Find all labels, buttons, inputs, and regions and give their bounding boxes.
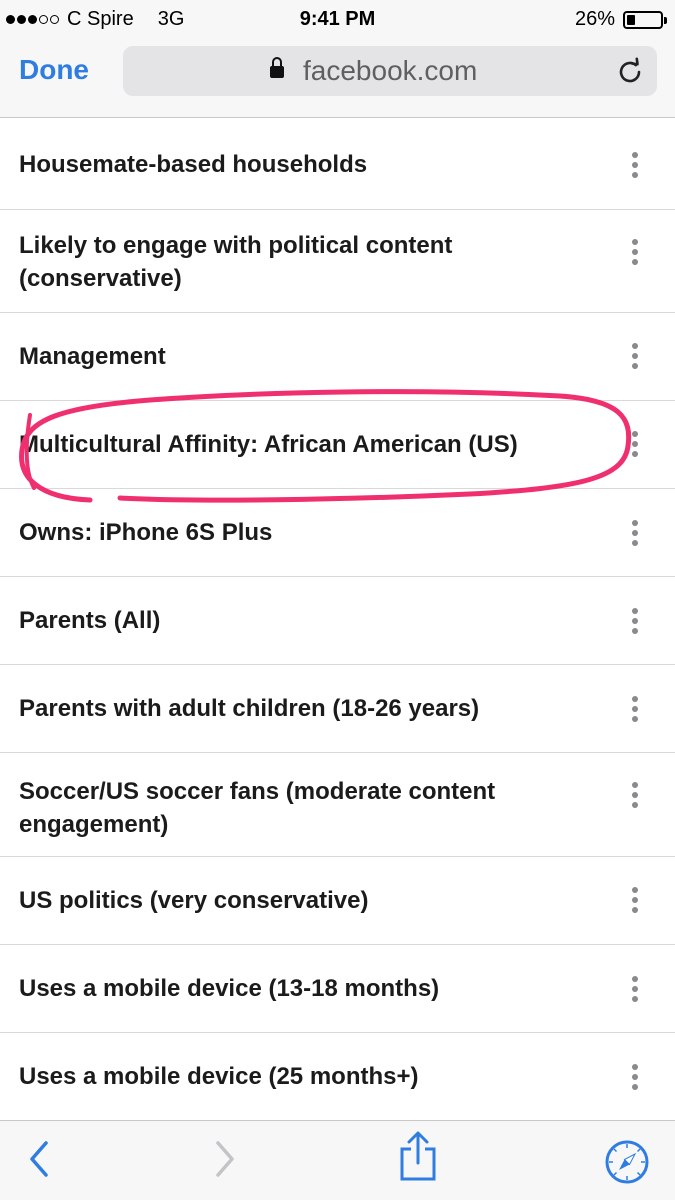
- battery-icon: [623, 10, 667, 29]
- list-item-label: Owns: iPhone 6S Plus: [19, 519, 273, 546]
- list-item[interactable]: Uses a mobile device (13-18 months): [0, 945, 675, 1033]
- compass-icon[interactable]: [604, 1139, 650, 1185]
- back-icon[interactable]: [26, 1139, 52, 1179]
- list-item-label: Parents (All): [19, 607, 161, 634]
- done-button[interactable]: Done: [19, 54, 89, 86]
- list-item[interactable]: Management: [0, 313, 675, 401]
- forward-icon: [216, 1141, 234, 1177]
- browser-navbar: Done facebook.com: [0, 38, 675, 118]
- list-item-label: Multicultural Affinity: African American…: [19, 431, 518, 458]
- list-item[interactable]: Owns: iPhone 6S Plus: [0, 489, 675, 577]
- more-options-icon[interactable]: [632, 343, 638, 369]
- share-icon[interactable]: [398, 1131, 438, 1183]
- list-item[interactable]: Parents with adult children (18-26 years…: [0, 665, 675, 753]
- list-item[interactable]: Likely to engage with political content …: [0, 210, 675, 313]
- address-bar[interactable]: facebook.com: [123, 46, 657, 96]
- list-item[interactable]: Soccer/US soccer fans (moderate content …: [0, 753, 675, 857]
- more-options-icon[interactable]: [632, 887, 638, 913]
- interest-list: Housemate-based households Likely to eng…: [0, 118, 675, 1121]
- list-item-label: Likely to engage with political content …: [19, 232, 453, 292]
- address-url: facebook.com: [303, 55, 478, 86]
- list-item[interactable]: US politics (very conservative): [0, 857, 675, 945]
- list-item[interactable]: Multicultural Affinity: African American…: [0, 401, 675, 489]
- list-item-label: Uses a mobile device (25 months+): [19, 1063, 419, 1090]
- more-options-icon[interactable]: [632, 782, 638, 808]
- list-item-label: Uses a mobile device (13-18 months): [19, 975, 440, 1002]
- list-item-label: US politics (very conservative): [19, 887, 369, 914]
- lock-icon: [270, 57, 284, 79]
- list-item-label: Soccer/US soccer fans (moderate content …: [19, 778, 496, 838]
- list-item[interactable]: Housemate-based households: [0, 118, 675, 210]
- status-bar: C Spire 3G 9:41 PM 26%: [0, 0, 675, 38]
- battery-percent: 26%: [574, 8, 615, 30]
- more-options-icon[interactable]: [632, 520, 638, 546]
- more-options-icon[interactable]: [632, 152, 638, 178]
- reload-icon[interactable]: [615, 57, 645, 87]
- list-item-label: Housemate-based households: [19, 151, 368, 178]
- list-item-label: Parents with adult children (18-26 years…: [19, 695, 480, 722]
- more-options-icon[interactable]: [632, 608, 638, 634]
- list-item-label: Management: [19, 343, 166, 370]
- more-options-icon[interactable]: [632, 1064, 638, 1090]
- more-options-icon[interactable]: [632, 696, 638, 722]
- list-item[interactable]: Parents (All): [0, 577, 675, 665]
- browser-toolbar: [0, 1120, 675, 1200]
- more-options-icon[interactable]: [632, 976, 638, 1002]
- more-options-icon[interactable]: [632, 431, 638, 457]
- more-options-icon[interactable]: [632, 239, 638, 265]
- list-item[interactable]: Uses a mobile device (25 months+): [0, 1033, 675, 1121]
- status-time: 9:41 PM: [299, 8, 376, 30]
- status-right: 26%: [574, 8, 667, 31]
